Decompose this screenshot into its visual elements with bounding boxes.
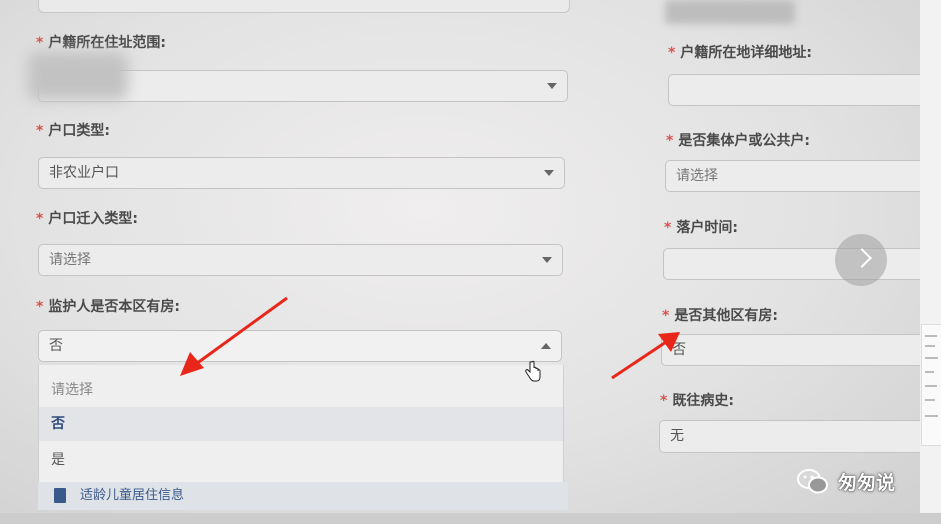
red-arrow-left [180, 296, 288, 376]
wechat-icon [797, 469, 828, 494]
red-arrow-right [611, 332, 680, 380]
hand-cursor-icon [525, 360, 541, 382]
annotation-arrows [180, 296, 680, 380]
thumbnail-preview [921, 324, 941, 446]
bottom-edge [0, 513, 941, 524]
